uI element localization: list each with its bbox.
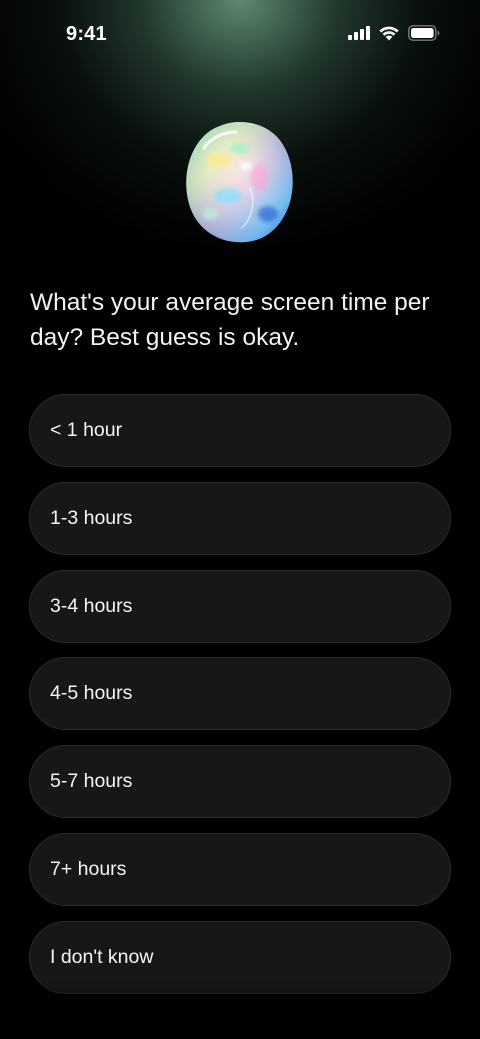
- option-7-plus-hours[interactable]: 7+ hours: [29, 832, 451, 906]
- question-text: What's your average screen time per day?…: [30, 289, 430, 351]
- option-1-3-hours[interactable]: 1-3 hours: [29, 481, 451, 555]
- screen: 9:41 What's your average screen time per…: [0, 0, 480, 1039]
- status-time: 9:41: [66, 23, 107, 45]
- signal-icon: [348, 26, 370, 40]
- battery-icon: [408, 25, 440, 41]
- option-less-than-1-hour[interactable]: < 1 hour: [29, 394, 451, 467]
- option-3-4-hours[interactable]: 3-4 hours: [29, 569, 451, 643]
- options-list: < 1 hour 1-3 hours 3-4 hours 4-5 hours 5…: [29, 394, 451, 1009]
- option-label: 1-3 hours: [50, 506, 133, 529]
- wifi-icon: [378, 25, 400, 41]
- option-label: 4-5 hours: [50, 682, 133, 705]
- option-label: I don't know: [50, 945, 154, 968]
- option-label: 5-7 hours: [50, 770, 133, 793]
- option-i-dont-know[interactable]: I don't know: [29, 920, 451, 994]
- option-5-7-hours[interactable]: 5-7 hours: [29, 745, 451, 819]
- status-icons: [348, 25, 440, 41]
- status-bar: 9:41: [0, 0, 480, 70]
- option-label: 3-4 hours: [50, 594, 133, 617]
- option-label: < 1 hour: [50, 419, 123, 441]
- opal-gem-icon: [180, 118, 298, 246]
- option-4-5-hours[interactable]: 4-5 hours: [29, 657, 451, 731]
- option-label: 7+ hours: [50, 857, 127, 880]
